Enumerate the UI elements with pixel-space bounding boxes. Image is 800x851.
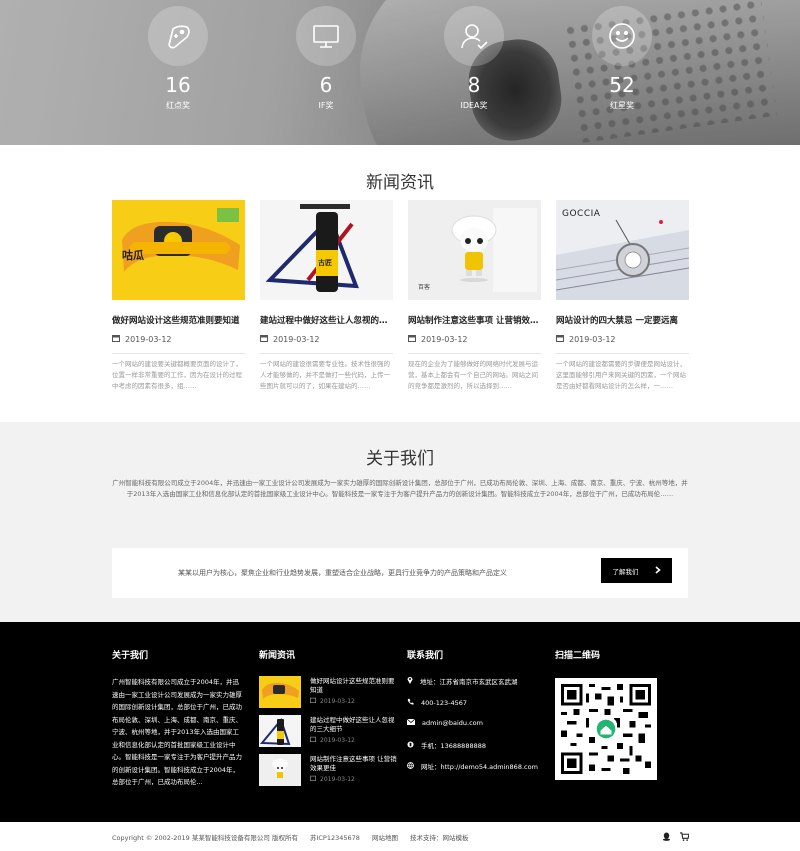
- globe-icon: [407, 761, 414, 771]
- calendar-icon: [556, 334, 564, 344]
- footer-news-thumbnail[interactable]: [259, 715, 301, 747]
- news-thumb-brand: 咕瓜: [122, 249, 144, 262]
- bottom-bar: Copyright © 2002-2019 某某智能科技设备有限公司 版权所有 …: [0, 822, 800, 851]
- footer-news-link[interactable]: 做好网站设计这些规范准则要知道: [310, 677, 398, 695]
- news-summary: 一个网站的建设都需要的步骤便是网站设计，这里面能够引用户来网关键的因素，一个网站…: [556, 360, 686, 390]
- stat-if: 6 IF奖: [266, 6, 386, 111]
- news-date: 2019-03-12: [125, 334, 172, 344]
- news-thumb-brand: GOCCIA: [562, 209, 601, 219]
- calendar-icon: [310, 736, 316, 744]
- news-thumbnail[interactable]: 古匠: [260, 200, 393, 300]
- mail-icon: [406, 718, 416, 727]
- stats-banner: 16 红点奖 6 IF奖 8 IDEA奖 52 红星奖: [0, 0, 800, 145]
- footer-news-item[interactable]: 网站制作注意这些事项 让营销效果更佳 2019-03-12: [259, 754, 399, 786]
- location-icon: [407, 676, 413, 686]
- news-summary: 现在的企业为了能够做好的网络时代发展与运营，基本上都会有一个自己的网站。网站之间…: [408, 360, 538, 390]
- learn-more-label: 了解我们: [612, 567, 639, 576]
- smiley-icon: [592, 6, 652, 66]
- footer-contact-title: 联系我们: [407, 651, 444, 661]
- stat-red-dot: 16 红点奖: [118, 6, 238, 111]
- footer-news-link[interactable]: 建站过程中做好这些让人忽视的三大细节: [310, 716, 398, 734]
- cart-icon[interactable]: [680, 830, 690, 844]
- news-date: 2019-03-12: [273, 334, 320, 344]
- cta-box: 某某以用户为核心，聚焦企业和行业趋势发展，重塑适合企业战略，更具行业竞争力的产品…: [112, 548, 688, 598]
- footer-news-thumbnail[interactable]: [259, 754, 301, 786]
- news-card[interactable]: 咕瓜 做好网站设计这些规范准则要知道 2019-03-12 一个网站的建设要关键…: [112, 200, 245, 403]
- stat-value: 8: [467, 73, 481, 97]
- contact-phone: 400-123-4567: [407, 698, 467, 707]
- footer-news-thumbnail[interactable]: [259, 676, 301, 708]
- news-thumb-brand: 古匠: [318, 259, 332, 267]
- mobile-icon: [407, 740, 414, 750]
- calendar-icon: [260, 334, 268, 344]
- support-link[interactable]: 技术支持：网站模板: [410, 832, 469, 842]
- footer-about-text: 广州智能科技有限公司成立于2004年，并迅速由一家工业设计公司发展成为一家实力雄…: [112, 678, 242, 786]
- contact-address: 地址：江苏省南京市玄武区玄武湖: [407, 676, 518, 686]
- chevron-right-icon: [654, 565, 661, 576]
- footer-news-item[interactable]: 做好网站设计这些规范准则要知道 2019-03-12: [259, 676, 399, 708]
- news-title[interactable]: 建站过程中做好这些让人忽视的三大细节: [260, 314, 393, 326]
- news-title[interactable]: 网站制作注意这些事项 让营销效果更佳: [408, 314, 541, 326]
- footer-news-link[interactable]: 网站制作注意这些事项 让营销效果更佳: [310, 755, 398, 773]
- news-card[interactable]: GOCCIA 网站设计的四大禁忌 一定要远离 2019-03-12 一个网站的建…: [556, 200, 689, 403]
- stat-idea: 8 IDEA奖: [414, 6, 534, 111]
- phone-icon: [407, 698, 414, 707]
- calendar-icon: [408, 334, 416, 344]
- contact-website[interactable]: 网址：http://demo54.admin868.com: [407, 761, 538, 771]
- footer-news-item[interactable]: 建站过程中做好这些让人忽视的三大细节 2019-03-12: [259, 715, 399, 747]
- icp-link[interactable]: 苏ICP12345678: [310, 832, 360, 842]
- calendar-icon: [112, 334, 120, 344]
- calendar-icon: [310, 775, 316, 783]
- gamepad-icon: [148, 6, 208, 66]
- stat-label: 红点奖: [166, 101, 190, 110]
- news-summary: 一个网站的建设很需要专业性。技术性很强的人才能够做的，并不是做打一些代码，上传一…: [260, 360, 390, 390]
- footer-news-title: 新闻资讯: [259, 651, 296, 661]
- stat-value: 16: [165, 73, 191, 97]
- user-check-icon: [444, 6, 504, 66]
- stat-value: 52: [609, 73, 635, 97]
- news-date: 2019-03-12: [421, 334, 468, 344]
- stat-label: 红星奖: [610, 101, 634, 110]
- stat-label: IDEA奖: [460, 101, 488, 110]
- about-heading: 关于我们: [366, 449, 434, 469]
- contact-mobile: 手机：13688888888: [407, 740, 486, 750]
- news-thumbnail[interactable]: 百客: [408, 200, 541, 300]
- news-heading: 新闻资讯: [366, 173, 434, 193]
- stat-label: IF奖: [318, 101, 334, 110]
- news-date: 2019-03-12: [569, 334, 616, 344]
- stat-red-star: 52 红星奖: [562, 6, 682, 111]
- footer-news-date: 2019-03-12: [320, 775, 355, 783]
- stat-value: 6: [319, 73, 333, 97]
- news-summary: 一个网站的建设要关键都概要页面的设计了，位置一样非常重要的工作，因为在设计的过程…: [112, 360, 242, 390]
- copyright-text: Copyright © 2002-2019 某某智能科技设备有限公司 版权所有: [112, 834, 298, 842]
- qr-code: [555, 678, 657, 780]
- news-thumbnail[interactable]: GOCCIA: [556, 200, 689, 300]
- cta-text: 某某以用户为核心，聚焦企业和行业趋势发展，重塑适合企业战略，更具行业竞争力的产品…: [178, 569, 507, 577]
- learn-more-button[interactable]: 了解我们: [601, 558, 672, 583]
- calendar-icon: [310, 697, 316, 705]
- news-title[interactable]: 网站设计的四大禁忌 一定要远离: [556, 314, 689, 326]
- news-thumb-brand: 百客: [418, 284, 431, 291]
- contact-email[interactable]: admin@baidu.com: [406, 718, 483, 727]
- footer: 关于我们 广州智能科技有限公司成立于2004年，并迅速由一家工业设计公司发展成为…: [0, 622, 800, 822]
- copyright-line: Copyright © 2002-2019 某某智能科技设备有限公司 版权所有 …: [112, 832, 468, 842]
- news-card[interactable]: 百客 网站制作注意这些事项 让营销效果更佳 2019-03-12 现在的企业为了…: [408, 200, 541, 403]
- about-section: 关于我们 广州智能科技有限公司成立于2004年，并迅速由一家工业设计公司发展成为…: [0, 422, 800, 622]
- news-card[interactable]: 古匠 建站过程中做好这些让人忽视的三大细节 2019-03-12 一个网站的建设…: [260, 200, 393, 403]
- news-thumbnail[interactable]: 咕瓜: [112, 200, 245, 300]
- footer-qr-title: 扫描二维码: [555, 651, 601, 661]
- monitor-icon: [296, 6, 356, 66]
- about-text: 广州智能科技有限公司成立于2004年，并迅速由一家工业设计公司发展成为一家实力雄…: [112, 479, 688, 498]
- footer-about-title: 关于我们: [112, 651, 149, 661]
- footer-news-date: 2019-03-12: [320, 697, 355, 705]
- sitemap-link[interactable]: 网站地图: [372, 832, 398, 842]
- news-title[interactable]: 做好网站设计这些规范准则要知道: [112, 314, 245, 326]
- qq-icon[interactable]: [662, 830, 671, 844]
- footer-news-date: 2019-03-12: [320, 736, 355, 744]
